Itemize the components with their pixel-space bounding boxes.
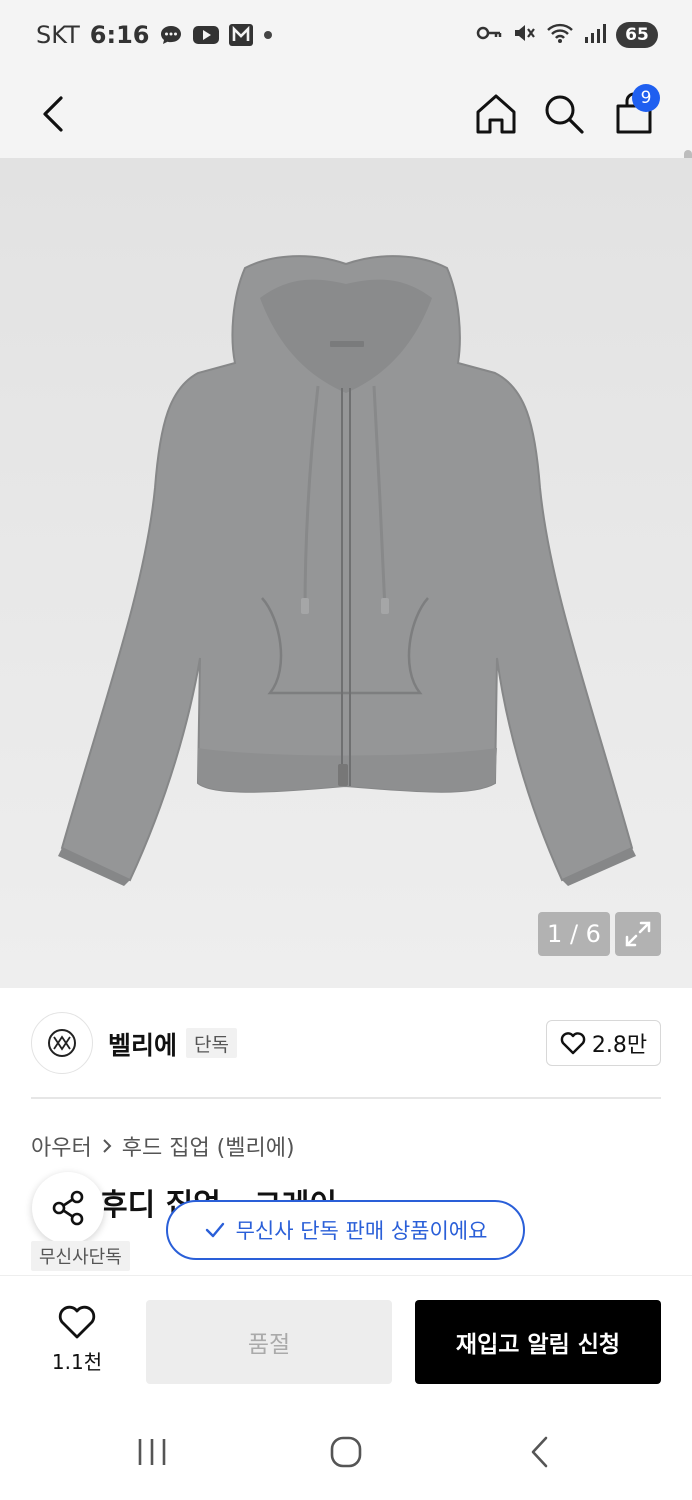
gmail-icon: [229, 24, 254, 46]
recent-apps-button[interactable]: [122, 1430, 182, 1474]
toast-text: 무신사 단독 판매 상품이에요: [235, 1219, 488, 1243]
back-icon: [43, 96, 63, 132]
mute-icon: [512, 22, 536, 48]
brand-row: 벨리에 단독 2.8만: [0, 988, 692, 1098]
recent-apps-icon: [138, 1439, 166, 1465]
clock: 6:16: [89, 21, 150, 49]
restock-alert-button[interactable]: 재입고 알림 신청: [415, 1300, 661, 1384]
breadcrumb-item-category[interactable]: 아우터: [31, 1130, 92, 1162]
cart-button[interactable]: 9: [604, 84, 664, 144]
soldout-button[interactable]: 품절: [146, 1300, 392, 1384]
search-icon: [545, 95, 584, 134]
status-left: SKT 6:16: [36, 20, 273, 50]
exclusive-toast: 무신사 단독 판매 상품이에요: [166, 1200, 525, 1260]
home-icon: [476, 94, 516, 134]
heart-icon: [560, 1032, 586, 1055]
bottom-action-bar: 1.1천 품절 재입고 알림 신청: [0, 1275, 692, 1410]
carrier-label: SKT: [36, 21, 80, 49]
status-right: 65: [476, 20, 658, 50]
home-nav-button[interactable]: [316, 1430, 376, 1474]
brand-logo[interactable]: [31, 1012, 93, 1074]
back-nav-icon: [531, 1436, 548, 1468]
hoodie-image: [58, 255, 636, 886]
expand-button[interactable]: [615, 912, 661, 956]
app-header: 9: [0, 72, 692, 192]
back-button[interactable]: [24, 84, 84, 144]
key-icon: [476, 24, 502, 46]
brand-logo-mark: [48, 1029, 76, 1057]
status-bar: SKT 6:16 65: [0, 0, 692, 72]
search-button[interactable]: [534, 84, 594, 144]
expand-icon: [625, 921, 651, 947]
chevron-right-icon: [103, 1139, 112, 1153]
back-nav-button[interactable]: [510, 1430, 570, 1474]
cart-count-badge: 9: [632, 84, 660, 112]
divider: [31, 1097, 661, 1099]
home-button[interactable]: [466, 84, 526, 144]
dot-icon: [263, 24, 273, 46]
message-icon: [159, 24, 183, 46]
brand-like-button[interactable]: 2.8만: [546, 1020, 661, 1066]
heart-icon: [58, 1305, 96, 1339]
product-image-gallery[interactable]: 1 / 6: [0, 158, 692, 988]
battery-indicator: 65: [616, 22, 658, 48]
exclusive-badge: 단독: [186, 1028, 237, 1058]
youtube-icon: [193, 24, 220, 46]
breadcrumb: 아우터 후드 집업 (벨리에): [31, 1130, 295, 1162]
share-button[interactable]: [32, 1172, 104, 1244]
home-nav-icon: [330, 1436, 362, 1468]
brand-name[interactable]: 벨리에: [108, 1026, 177, 1062]
signal-icon: [584, 23, 606, 47]
breadcrumb-item-subcategory[interactable]: 후드 집업 (벨리에): [122, 1130, 295, 1162]
system-nav-bar: [0, 1410, 692, 1500]
wifi-icon: [546, 22, 574, 48]
wishlist-button[interactable]: 1.1천: [36, 1304, 118, 1375]
wishlist-count: 1.1천: [51, 1350, 103, 1374]
check-icon: [205, 1222, 224, 1238]
musinsa-exclusive-tag: 무신사단독: [31, 1241, 130, 1271]
brand-like-count: 2.8만: [591, 1033, 648, 1058]
image-counter: 1 / 6: [538, 912, 610, 956]
share-icon: [52, 1190, 84, 1226]
